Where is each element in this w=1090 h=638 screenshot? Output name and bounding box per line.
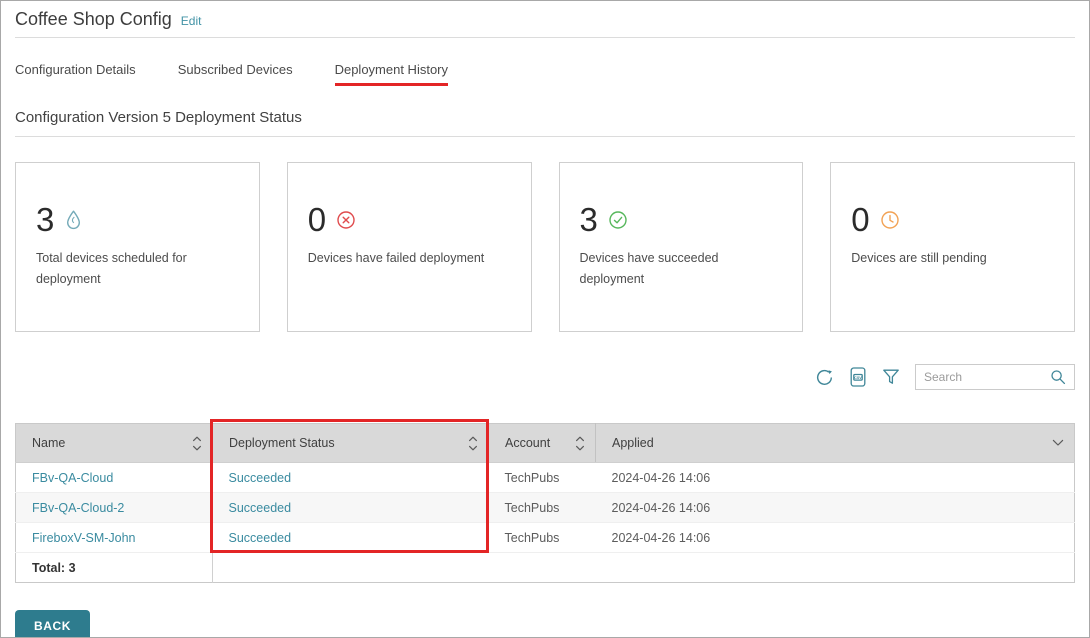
deployment-status-link[interactable]: Succeeded [229,501,292,515]
success-icon [608,210,628,230]
tab-subscribed-devices[interactable]: Subscribed Devices [178,62,293,86]
stat-card-scheduled: 3 Total devices scheduled for deployment [15,162,260,332]
title-divider [15,37,1075,38]
column-header-account[interactable]: Account [489,424,596,463]
deployment-table: Name Deployment Status [15,423,1075,583]
failed-icon [336,210,356,230]
tab-bar: Configuration Details Subscribed Devices… [15,62,1075,86]
account-cell: TechPubs [489,523,596,553]
table-toolbar: CSV [15,364,1075,390]
pending-label: Devices are still pending [851,248,1031,269]
search-icon[interactable] [1050,369,1066,385]
succeeded-count: 3 [580,203,598,236]
failed-count: 0 [308,203,326,236]
pending-count: 0 [851,203,869,236]
failed-label: Devices have failed deployment [308,248,488,269]
refresh-icon[interactable] [815,368,834,387]
applied-cell: 2024-04-26 14:06 [596,493,1075,523]
filter-icon[interactable] [882,368,900,386]
edit-link[interactable]: Edit [181,14,202,28]
table-header-row: Name Deployment Status [16,424,1075,463]
column-header-name[interactable]: Name [16,424,213,463]
search-input[interactable] [924,370,1050,384]
page-footer: BACK [15,610,1075,638]
applied-cell: 2024-04-26 14:06 [596,523,1075,553]
svg-text:CSV: CSV [854,376,862,380]
stat-cards: 3 Total devices scheduled for deployment… [15,162,1075,332]
sort-icon [468,435,478,452]
column-header-applied[interactable]: Applied [596,424,1075,463]
export-csv-icon[interactable]: CSV [849,367,867,387]
deployment-status-link[interactable]: Succeeded [229,471,292,485]
column-header-deployment-status[interactable]: Deployment Status [213,424,489,463]
pending-icon [880,210,900,230]
drop-icon [64,209,83,231]
device-name-link[interactable]: FBv-QA-Cloud [32,471,113,485]
succeeded-label: Devices have succeeded deployment [580,248,760,289]
table-row: FBv-QA-Cloud-2 Succeeded TechPubs 2024-0… [16,493,1075,523]
sort-icon [192,435,202,452]
back-button[interactable]: BACK [15,610,90,638]
tab-configuration-details[interactable]: Configuration Details [15,62,136,86]
account-cell: TechPubs [489,493,596,523]
deployment-history-page: Coffee Shop Config Edit Configuration De… [0,0,1090,638]
search-box [915,364,1075,390]
device-name-link[interactable]: FireboxV-SM-John [32,531,136,545]
table-total-row: Total: 3 [16,553,1075,583]
total-count: Total: 3 [16,553,213,583]
device-name-link[interactable]: FBv-QA-Cloud-2 [32,501,124,515]
scheduled-label: Total devices scheduled for deployment [36,248,216,289]
stat-card-failed: 0 Devices have failed deployment [287,162,532,332]
column-menu-chevron-down-icon[interactable] [1052,439,1064,447]
page-title: Coffee Shop Config [15,9,172,30]
account-cell: TechPubs [489,463,596,493]
stat-card-succeeded: 3 Devices have succeeded deployment [559,162,804,332]
section-heading: Configuration Version 5 Deployment Statu… [15,109,1075,137]
deployment-table-wrap: Name Deployment Status [15,423,1075,583]
stat-card-pending: 0 Devices are still pending [830,162,1075,332]
table-row: FireboxV-SM-John Succeeded TechPubs 2024… [16,523,1075,553]
tab-deployment-history[interactable]: Deployment History [335,62,448,86]
sort-icon [575,435,585,452]
table-row: FBv-QA-Cloud Succeeded TechPubs 2024-04-… [16,463,1075,493]
scheduled-count: 3 [36,203,54,236]
deployment-status-link[interactable]: Succeeded [229,531,292,545]
page-header: Coffee Shop Config Edit [1,1,1089,30]
applied-cell: 2024-04-26 14:06 [596,463,1075,493]
